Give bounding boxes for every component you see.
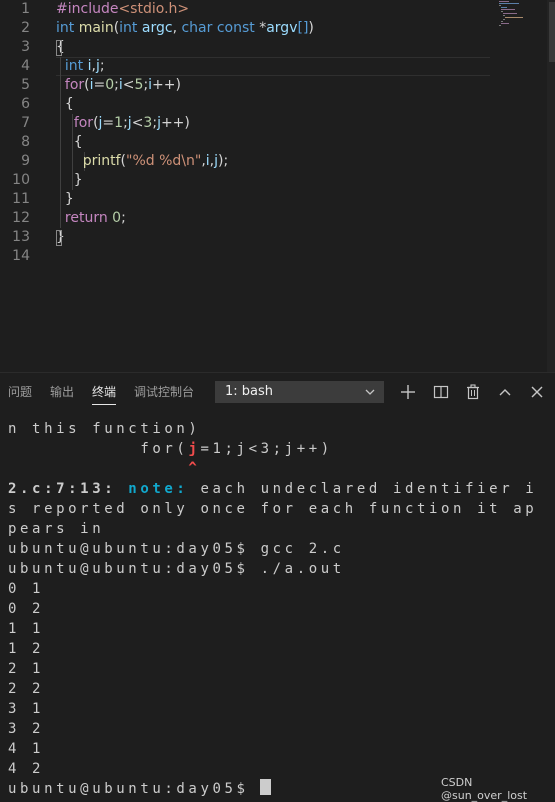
terminal-line: pears in [8, 521, 105, 537]
chevron-down-icon [365, 382, 375, 409]
code-line-12: return 0; [64, 210, 126, 226]
code-line-9: printf("%d %d\n",i,j); [82, 153, 229, 169]
line-number: 2 [21, 20, 30, 36]
code-line-4: int i,j; [64, 58, 105, 74]
note-label: note: [128, 481, 189, 497]
terminal-line: 3 2 [8, 721, 45, 737]
terminal-prompt: ubuntu@ubuntu:day05$ [8, 781, 261, 797]
terminal-line: ubuntu@ubuntu:day05$ gcc 2.c [8, 541, 345, 557]
terminal-select-value: 1: bash [225, 384, 274, 399]
terminal-line: s reported only once for each function i… [8, 501, 538, 517]
terminal-for-prefix: for( [8, 441, 189, 457]
line-number: 10 [12, 172, 30, 188]
line-number: 8 [21, 134, 30, 150]
terminal-line: for(j=1;j<3;j++) [8, 439, 333, 459]
code-line-11: } [56, 191, 74, 207]
terminal-line: ubuntu@ubuntu:day05$ ./a.out [8, 561, 345, 577]
code-line-5: for(i=0;i<5;i++) [64, 77, 181, 93]
terminal-line: 1 2 [8, 641, 45, 657]
code-line-13: } [56, 229, 65, 246]
terminal-line: 4 1 [8, 741, 45, 757]
terminal-line: 2 1 [8, 661, 45, 677]
terminal-line-note: 2.c:7:13: note: each undeclared identifi… [8, 479, 537, 499]
line-number: 13 [12, 229, 30, 245]
tab-terminal[interactable]: 终端 [92, 382, 117, 405]
code-line-1: #include<stdio.h> [56, 1, 190, 17]
code-line-3: { [56, 39, 65, 56]
terminal-line: 1 1 [8, 621, 45, 637]
tab-problems[interactable]: 问题 [8, 382, 32, 404]
terminal-line: n this function) [8, 421, 201, 437]
terminal-select[interactable]: 1: bash [215, 381, 384, 403]
error-caret: ^ [8, 460, 201, 476]
editor-scrollbar-thumb[interactable] [549, 2, 555, 62]
line-number: 1 [21, 1, 30, 17]
close-icon[interactable] [527, 382, 547, 402]
line-number: 4 [21, 58, 30, 74]
code-line-8: { [56, 134, 83, 150]
split-icon[interactable] [431, 382, 451, 402]
line-number: 14 [12, 248, 30, 264]
maximize-icon[interactable] [495, 382, 515, 402]
line-number: 3 [21, 39, 30, 55]
minimap[interactable] [497, 0, 547, 30]
line-number: 6 [21, 96, 30, 112]
line-number: 11 [12, 191, 30, 207]
code-line-7: for(j=1;j<3;j++) [73, 115, 190, 131]
panel-header: 问题 输出 终端 调试控制台 1: bash [0, 372, 555, 412]
terminal-line: 4 2 [8, 761, 45, 777]
terminal-cursor [260, 779, 271, 795]
code-line-2: int main(int argc, char const *argv[]) [56, 20, 314, 36]
trash-icon[interactable] [463, 382, 483, 402]
note-location: 2.c:7:13: [8, 481, 117, 497]
terminal-line: 0 2 [8, 601, 45, 617]
code-line-10: } [56, 172, 83, 188]
terminal-line: 2 2 [8, 681, 45, 697]
line-number: 7 [21, 115, 30, 131]
code-line-6: { [56, 96, 74, 112]
error-highlight-j: j [188, 441, 201, 457]
current-line-highlight [56, 57, 490, 76]
line-number: 12 [12, 210, 30, 226]
tab-output[interactable]: 输出 [50, 382, 74, 404]
terminal-line: 3 1 [8, 701, 45, 717]
add-icon[interactable] [398, 382, 418, 402]
terminal-for-rest: =1;j<3;j++) [200, 441, 333, 457]
line-number: 9 [21, 153, 30, 169]
code-editor[interactable]: 1 2 3 4 5 6 7 8 9 10 11 12 13 14 #includ… [0, 0, 555, 372]
tab-debug-console[interactable]: 调试控制台 [134, 382, 194, 404]
terminal-line: 0 1 [8, 581, 45, 597]
line-number: 5 [21, 77, 30, 93]
watermark: CSDN @sun_over_lost [441, 776, 528, 802]
note-text: each undeclared identifier i [188, 481, 538, 497]
